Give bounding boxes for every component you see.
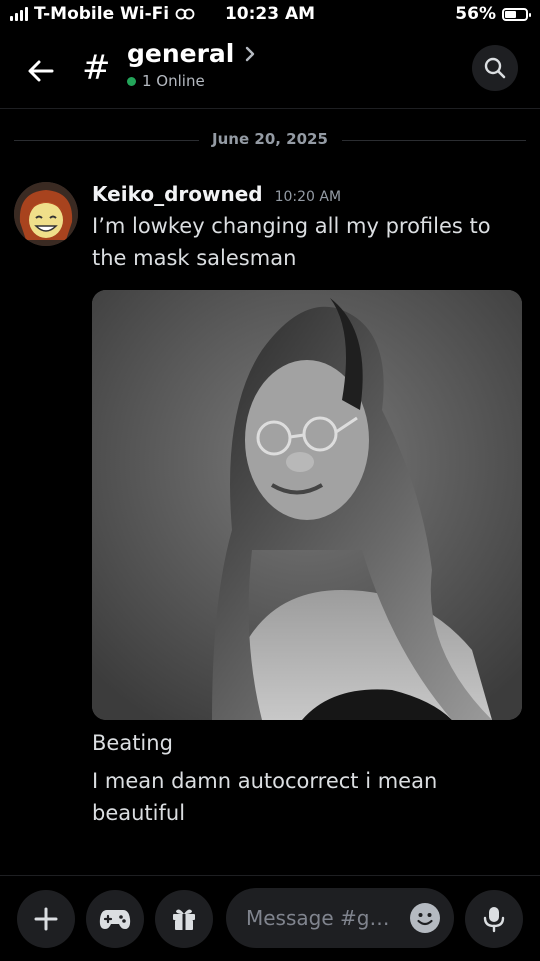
search-button[interactable] — [472, 45, 518, 91]
battery-level — [505, 10, 516, 18]
followup-message: I mean damn autocorrect i mean beautiful — [92, 769, 438, 825]
battery-percent: 56% — [455, 4, 496, 24]
chevron-right-icon — [246, 46, 255, 61]
channel-name: general — [127, 39, 235, 68]
activities-button[interactable] — [86, 890, 144, 948]
message-input[interactable]: Message #ge… — [226, 888, 454, 948]
online-status: 1 Online — [142, 72, 205, 90]
message-input-placeholder: Message #ge… — [246, 906, 401, 930]
microphone-icon — [483, 907, 505, 933]
emoji-smile-icon — [417, 913, 433, 926]
arrow-left-icon — [28, 60, 54, 82]
date-divider: June 20, 2025 — [14, 128, 526, 152]
online-dot-icon — [127, 76, 136, 86]
divider-date: June 20, 2025 — [212, 130, 328, 148]
message-text: I’m lowkey changing all my profiles to t… — [92, 214, 491, 270]
add-attachment-button[interactable] — [17, 890, 75, 948]
composer-bar: Message #ge… — [0, 875, 540, 961]
status-bar-right: 56% — [455, 4, 531, 24]
avatar[interactable] — [14, 182, 78, 246]
divider-line-right — [342, 140, 526, 141]
gift-icon — [173, 909, 195, 930]
gift-button[interactable] — [155, 890, 213, 948]
voice-message-button[interactable] — [465, 890, 523, 948]
status-bar: T-Mobile Wi-Fi 10:23 AM 56% — [0, 0, 540, 30]
search-icon — [484, 57, 506, 79]
followup-message: Beating — [92, 731, 173, 755]
plus-icon — [34, 907, 58, 931]
message-username[interactable]: Keiko_drowned — [92, 182, 263, 206]
channel-hash-icon: # — [82, 48, 111, 88]
emoji-button[interactable] — [410, 903, 440, 933]
attachment-photo — [92, 290, 522, 720]
message-timestamp: 10:20 AM — [274, 189, 342, 205]
channel-header: # general 1 Online — [0, 30, 540, 109]
avatar-image — [14, 182, 78, 246]
back-button[interactable] — [24, 54, 58, 88]
image-attachment[interactable] — [92, 290, 522, 720]
channel-title-button[interactable]: general 1 Online — [127, 39, 256, 90]
gamepad-icon — [99, 910, 131, 929]
battery-icon — [502, 7, 531, 21]
